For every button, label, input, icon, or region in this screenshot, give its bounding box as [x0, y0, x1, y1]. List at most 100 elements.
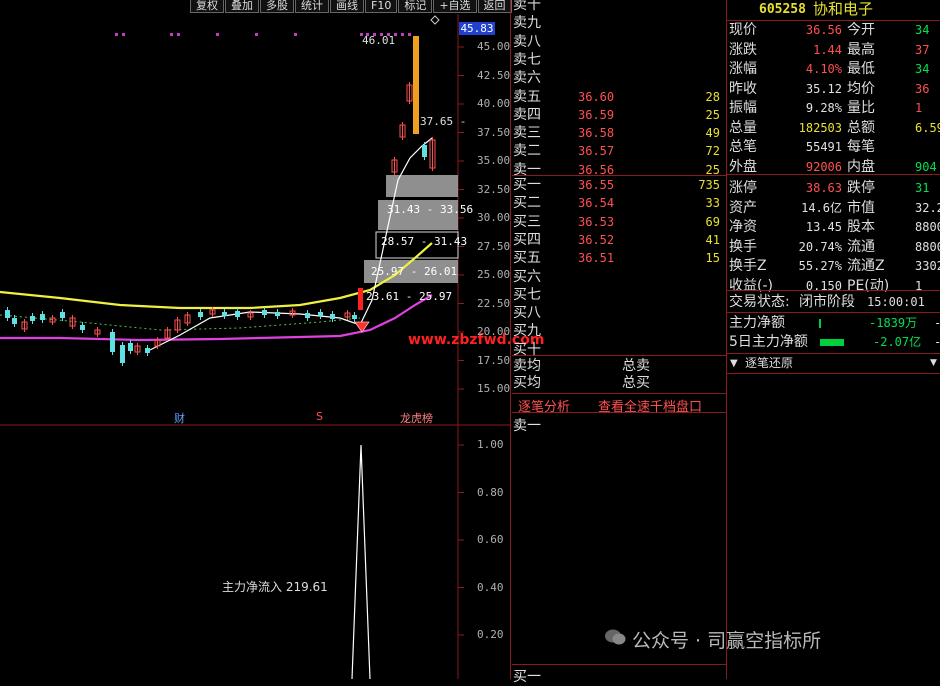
sell-level-row[interactable]: 卖八: [512, 33, 724, 51]
quote-field-value: 1.44: [813, 42, 842, 57]
quote-row: 换手Z 55.27% 流通Z 3302: [727, 257, 940, 276]
quote-row: 涨跌 1.44 最高 37: [727, 41, 940, 60]
indicator-tick-label: 0.60: [477, 533, 504, 546]
current-price-tag: 45.83: [459, 22, 495, 35]
quote-field-value: 55491: [805, 140, 842, 154]
level-price: 36.51: [578, 251, 615, 266]
account-watermark: 公众号 · 司赢空指标所: [632, 630, 822, 652]
quote-field-value: 35.12: [805, 81, 842, 96]
buy-level-row[interactable]: 买二 36.54 33: [512, 194, 724, 212]
quote-field-value: 14.6亿: [801, 200, 842, 215]
sell-level-row[interactable]: 卖六: [512, 69, 724, 87]
quote-field-value: 20.74%: [798, 239, 842, 254]
quote-row: 涨幅 4.10% 最低 34: [727, 60, 940, 79]
quote-field-value: 37: [915, 42, 930, 57]
price-tick-label: 32.50: [477, 182, 511, 196]
quote-field-label: 股本: [847, 219, 875, 235]
stock-code: 605258: [759, 2, 806, 17]
sell-level-row[interactable]: 卖十: [512, 0, 724, 14]
level-label: 买七: [513, 286, 541, 303]
level-price: 36.55: [578, 178, 615, 192]
level-label: 买九: [513, 323, 541, 340]
level-price: 36.57: [578, 144, 615, 159]
tick-restore-header[interactable]: ▼ 逐笔还原 ▼: [727, 353, 940, 374]
level-volume: 41: [705, 232, 720, 247]
high-price-label: 46.01: [362, 34, 396, 47]
level-volume: 25: [705, 107, 720, 122]
quote-field-label: 今开: [847, 22, 875, 38]
quote-field-label: 换手: [729, 238, 757, 255]
level-label: 买三: [513, 213, 541, 230]
sell-level-row[interactable]: 卖二 36.57 72: [512, 142, 724, 160]
quote-field-label: 最高: [847, 41, 875, 58]
buy-level-row[interactable]: 买四 36.52 41: [512, 231, 724, 249]
level-label: 买五: [513, 250, 541, 267]
quote-row: 换手 20.74% 流通 8800: [727, 238, 940, 257]
level-label: 买二: [513, 195, 541, 212]
quote-field-value: 6.59: [915, 120, 940, 135]
buy-level-row[interactable]: 买五 36.51 15: [512, 249, 724, 267]
quote-field-label: 市值: [847, 199, 875, 216]
price-tick-label: 25.00: [477, 268, 511, 281]
tab-full-depth[interactable]: 查看全速千档盘口: [598, 396, 702, 415]
quote-field-value: 36: [915, 81, 930, 96]
quote-field-value: 3302: [915, 259, 940, 273]
quote-field-value: 8800: [915, 220, 940, 234]
level-volume: 69: [705, 214, 720, 229]
quote-field-label: 跌停: [847, 180, 875, 196]
quote-row: 资产 14.6亿市值 32.2: [727, 199, 940, 218]
quote-field-label: 涨停: [729, 180, 757, 196]
level-label: 买八: [513, 305, 541, 322]
price-tick-label: 22.50: [477, 296, 511, 310]
sell-level-row[interactable]: 卖四 36.59 25: [512, 106, 724, 124]
buy-level-row[interactable]: 买八: [512, 304, 724, 322]
quote-field-value: 1: [915, 101, 923, 115]
level-volume: 735: [698, 178, 720, 192]
price-tick-label: 45.00: [477, 40, 511, 53]
main-net-row: 主力净额 -1839万 -: [729, 315, 940, 331]
indicator-tick-label: 0.20: [477, 628, 504, 641]
quote-field-label: 流通: [847, 238, 875, 255]
level-volume: 33: [705, 196, 720, 211]
level-label: 卖六: [513, 70, 541, 87]
price-tick-label: 17.50: [477, 353, 511, 367]
level-price: 36.59: [578, 107, 615, 122]
detail-sell1-label: 卖一: [513, 418, 541, 434]
quote-field-label: 昨收: [729, 80, 757, 97]
buy-level-row[interactable]: 买六: [512, 268, 724, 286]
indicator-tick-label: 0.40: [477, 580, 504, 594]
quote-field-label: 流通Z: [847, 258, 885, 274]
expand-icon: ▼: [930, 358, 937, 368]
level-label: 卖七: [513, 51, 541, 68]
quote-field-label: 总量: [729, 119, 757, 136]
quote-row: 涨停 38.63 跌停 31: [727, 179, 940, 198]
buy-level-row[interactable]: 买三 36.53 69: [512, 213, 724, 231]
buy-average-row: 买均 总买: [513, 375, 650, 391]
buy-level-row[interactable]: 买九: [512, 322, 724, 340]
sell-level-row[interactable]: 卖三 36.58 49: [512, 124, 724, 142]
level-label: 卖九: [513, 15, 541, 32]
detail-buy1-label: 买一: [513, 669, 541, 685]
quote-field-value: 31: [915, 181, 930, 195]
finance-marker[interactable]: 财: [174, 410, 185, 426]
quote-field-value: 38.63: [805, 181, 842, 195]
quote-field-label: 总笔: [729, 139, 757, 155]
longhu-marker[interactable]: 龙虎榜: [400, 410, 433, 426]
tab-tick-analysis[interactable]: 逐笔分析: [518, 396, 570, 415]
level-price: 36.54: [578, 196, 615, 211]
quote-field-label: 涨跌: [729, 41, 757, 58]
buy-level-row[interactable]: 买七: [512, 286, 724, 304]
sell-level-row[interactable]: 卖五 36.60 28: [512, 88, 724, 106]
buy-level-row[interactable]: 买一 36.55 735: [512, 176, 724, 194]
price-tick-label: 20.00: [477, 325, 511, 338]
quote-field-label: 净资: [729, 219, 757, 235]
sell-level-row[interactable]: 卖七: [512, 51, 724, 69]
price-tick-label: 37.50: [477, 125, 511, 139]
quote-field-label: 涨幅: [729, 61, 757, 77]
sell-level-row[interactable]: 卖九: [512, 14, 724, 32]
s-marker[interactable]: S: [316, 410, 323, 423]
quote-field-value: 13.45: [805, 220, 842, 234]
quote-field-label: 现价: [729, 22, 757, 38]
quote-row: 昨收 35.12 均价 36: [727, 80, 940, 99]
level-label: 卖二: [513, 143, 541, 160]
